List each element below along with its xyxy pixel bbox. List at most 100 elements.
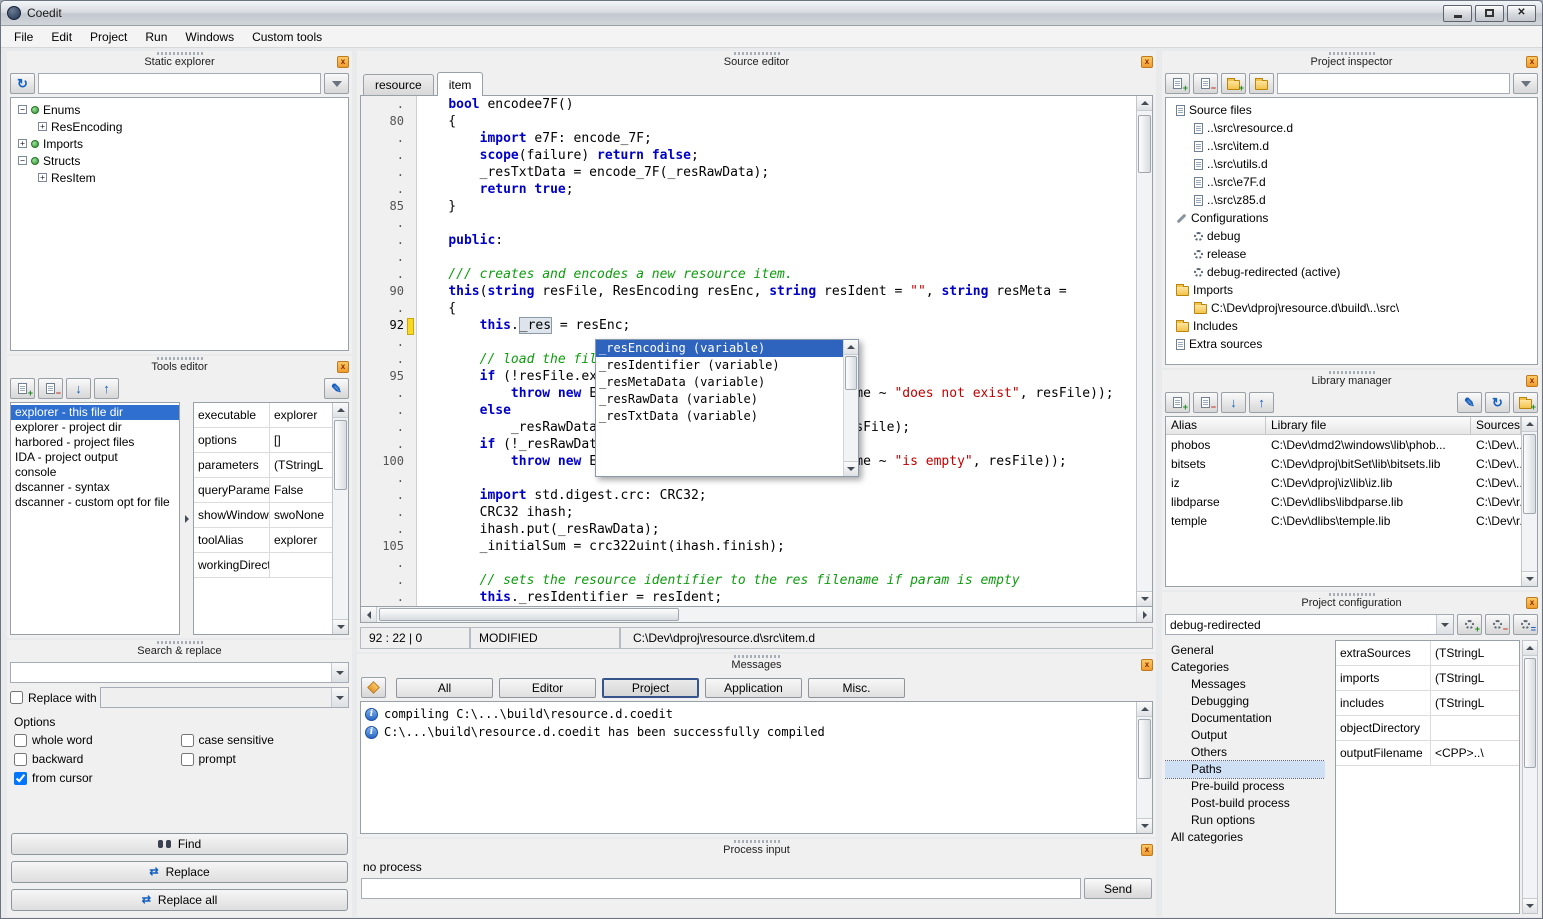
library-row[interactable]: libdparseC:\Dev\dlibs\libdparse.libC:\De… (1166, 492, 1521, 511)
tree-group[interactable]: Source files (1168, 101, 1535, 119)
editor-vertical-scrollbar[interactable] (1136, 96, 1152, 606)
library-row[interactable]: bitsetsC:\Dev\dproj\bitSet\lib\bitsets.l… (1166, 454, 1521, 473)
menu-item-custom-tools[interactable]: Custom tools (243, 27, 331, 47)
edit-library-button[interactable]: ✎ (1457, 392, 1482, 413)
property-value[interactable] (270, 553, 332, 577)
library-row[interactable]: templeC:\Dev\dlibs\temple.libC:\Dev\r... (1166, 511, 1521, 530)
messages-scrollbar[interactable] (1136, 702, 1152, 833)
static-explorer-tree[interactable]: −Enums+ResEncoding+Imports−Structs+ResIt… (10, 97, 349, 351)
symbol-filter-input[interactable] (38, 73, 321, 94)
tree-item[interactable]: +Imports (13, 135, 346, 152)
replace-with-checkbox[interactable]: Replace with (10, 691, 97, 705)
menu-item-run[interactable]: Run (136, 27, 176, 47)
category-item[interactable]: Others (1165, 744, 1325, 761)
tree-item[interactable]: ..\src\item.d (1168, 137, 1535, 155)
tree-group[interactable]: Extra sources (1168, 335, 1535, 353)
filter-application[interactable]: Application (705, 678, 802, 698)
code-editor[interactable]: bool encodee7F() { import e7F: encode_7F… (417, 96, 1136, 606)
close-panel-button[interactable]: x (337, 56, 349, 68)
drag-grip[interactable] (157, 52, 203, 55)
expand-icon[interactable]: − (18, 156, 27, 165)
option-case-sensitive[interactable]: case sensitive (181, 733, 346, 747)
tools-list-item[interactable]: harbored - project files (11, 435, 179, 450)
completion-list[interactable]: _resEncoding (variable)_resIdentifier (v… (596, 340, 843, 476)
scroll-right-button[interactable] (1136, 607, 1152, 622)
find-button[interactable]: Find (11, 833, 348, 855)
refresh-button[interactable]: ↻ (10, 73, 35, 94)
tree-group[interactable]: Includes (1168, 317, 1535, 335)
editor-gutter[interactable]: .80....85....90.92..95....100....105... (361, 96, 417, 606)
tool-properties-grid[interactable]: executableexploreroptions[]parameters(TS… (194, 403, 332, 634)
completion-item[interactable]: _resRawData (variable) (596, 391, 843, 408)
tree-item[interactable]: debug-redirected (active) (1168, 263, 1535, 281)
remove-tool-button[interactable]: − (38, 378, 63, 399)
move-tool-down-button[interactable]: ↓ (66, 378, 91, 399)
combo-dropdown-button[interactable] (331, 688, 348, 707)
menu-item-edit[interactable]: Edit (42, 27, 81, 47)
library-row[interactable]: phobosC:\Dev\dmd2\windows\lib\phob...C:\… (1166, 435, 1521, 454)
drag-grip[interactable] (157, 641, 203, 644)
scroll-down-button[interactable] (333, 619, 348, 634)
inspector-filter-input[interactable] (1277, 73, 1510, 94)
project-inspector-header[interactable]: Project inspector x (1162, 51, 1541, 71)
column-header[interactable]: Library file (1266, 417, 1471, 435)
completion-popup[interactable]: _resEncoding (variable)_resIdentifier (v… (595, 339, 859, 477)
property-value[interactable]: [] (270, 428, 332, 452)
category-item[interactable]: Run options (1165, 812, 1325, 829)
expand-icon[interactable]: + (38, 173, 47, 182)
category-tag-button[interactable] (361, 677, 386, 698)
checkbox[interactable] (14, 734, 27, 747)
category-item[interactable]: Output (1165, 727, 1325, 744)
scroll-thumb[interactable] (334, 420, 347, 490)
option-whole-word[interactable]: whole word (14, 733, 179, 747)
tools-list-item[interactable]: dscanner - syntax (11, 480, 179, 495)
process-input-header[interactable]: Process input x (357, 839, 1156, 859)
add-source-button[interactable]: + (1165, 73, 1190, 94)
scroll-up-button[interactable] (333, 403, 348, 418)
editor-horizontal-scrollbar[interactable] (360, 607, 1153, 623)
combo-dropdown-button[interactable] (331, 663, 348, 682)
scroll-down-button[interactable] (1137, 591, 1152, 606)
filter-project[interactable]: Project (602, 678, 699, 698)
source-editor-header[interactable]: Source editor x (357, 51, 1156, 71)
move-tool-up-button[interactable]: ↑ (94, 378, 119, 399)
drag-grip[interactable] (1329, 52, 1375, 55)
close-panel-button[interactable]: x (1141, 56, 1153, 68)
close-panel-button[interactable]: x (1526, 597, 1538, 609)
tree-item[interactable]: ..\src\utils.d (1168, 155, 1535, 173)
tools-list-item[interactable]: explorer - project dir (11, 420, 179, 435)
scroll-up-button[interactable] (1137, 702, 1152, 717)
property-value[interactable]: explorer (270, 528, 332, 552)
completion-item[interactable]: _resIdentifier (variable) (596, 357, 843, 374)
category-item[interactable]: Documentation (1165, 710, 1325, 727)
scroll-thumb[interactable] (379, 608, 679, 621)
tree-item[interactable]: −Structs (13, 152, 346, 169)
tree-item[interactable]: release (1168, 245, 1535, 263)
checkbox[interactable] (10, 691, 23, 704)
drag-grip[interactable] (734, 52, 780, 55)
category-item[interactable]: Post-build process (1165, 795, 1325, 812)
tree-item[interactable]: debug (1168, 227, 1535, 245)
property-value[interactable] (1431, 716, 1519, 740)
category-item[interactable]: Messages (1165, 676, 1325, 693)
project-inspector-tree[interactable]: Source files..\src\resource.d..\src\item… (1165, 97, 1538, 365)
scroll-down-button[interactable] (1522, 571, 1537, 586)
messages-header[interactable]: Messages x (357, 654, 1156, 674)
scroll-up-button[interactable] (1137, 96, 1152, 111)
checkbox[interactable] (181, 734, 194, 747)
process-input-field[interactable] (361, 878, 1081, 899)
tools-list-item[interactable]: explorer - this file dir (11, 405, 179, 420)
completion-scrollbar[interactable] (843, 340, 858, 476)
send-button[interactable]: Send (1084, 878, 1152, 899)
checkbox[interactable] (181, 753, 194, 766)
completion-item[interactable]: _resEncoding (variable) (596, 340, 843, 357)
property-value[interactable]: (TStringL (1431, 691, 1519, 715)
tools-list-item[interactable]: dscanner - custom opt for file (11, 495, 179, 510)
completion-item[interactable]: _resTxtData (variable) (596, 408, 843, 425)
tree-item[interactable]: C:\Dev\dproj\resource.d\build\..\src\ (1168, 299, 1535, 317)
open-folder-button[interactable] (1249, 73, 1274, 94)
scroll-down-button[interactable] (844, 461, 858, 476)
replace-with-combo[interactable] (100, 687, 349, 708)
remove-source-button[interactable]: − (1193, 73, 1218, 94)
tree-group[interactable]: Configurations (1168, 209, 1535, 227)
